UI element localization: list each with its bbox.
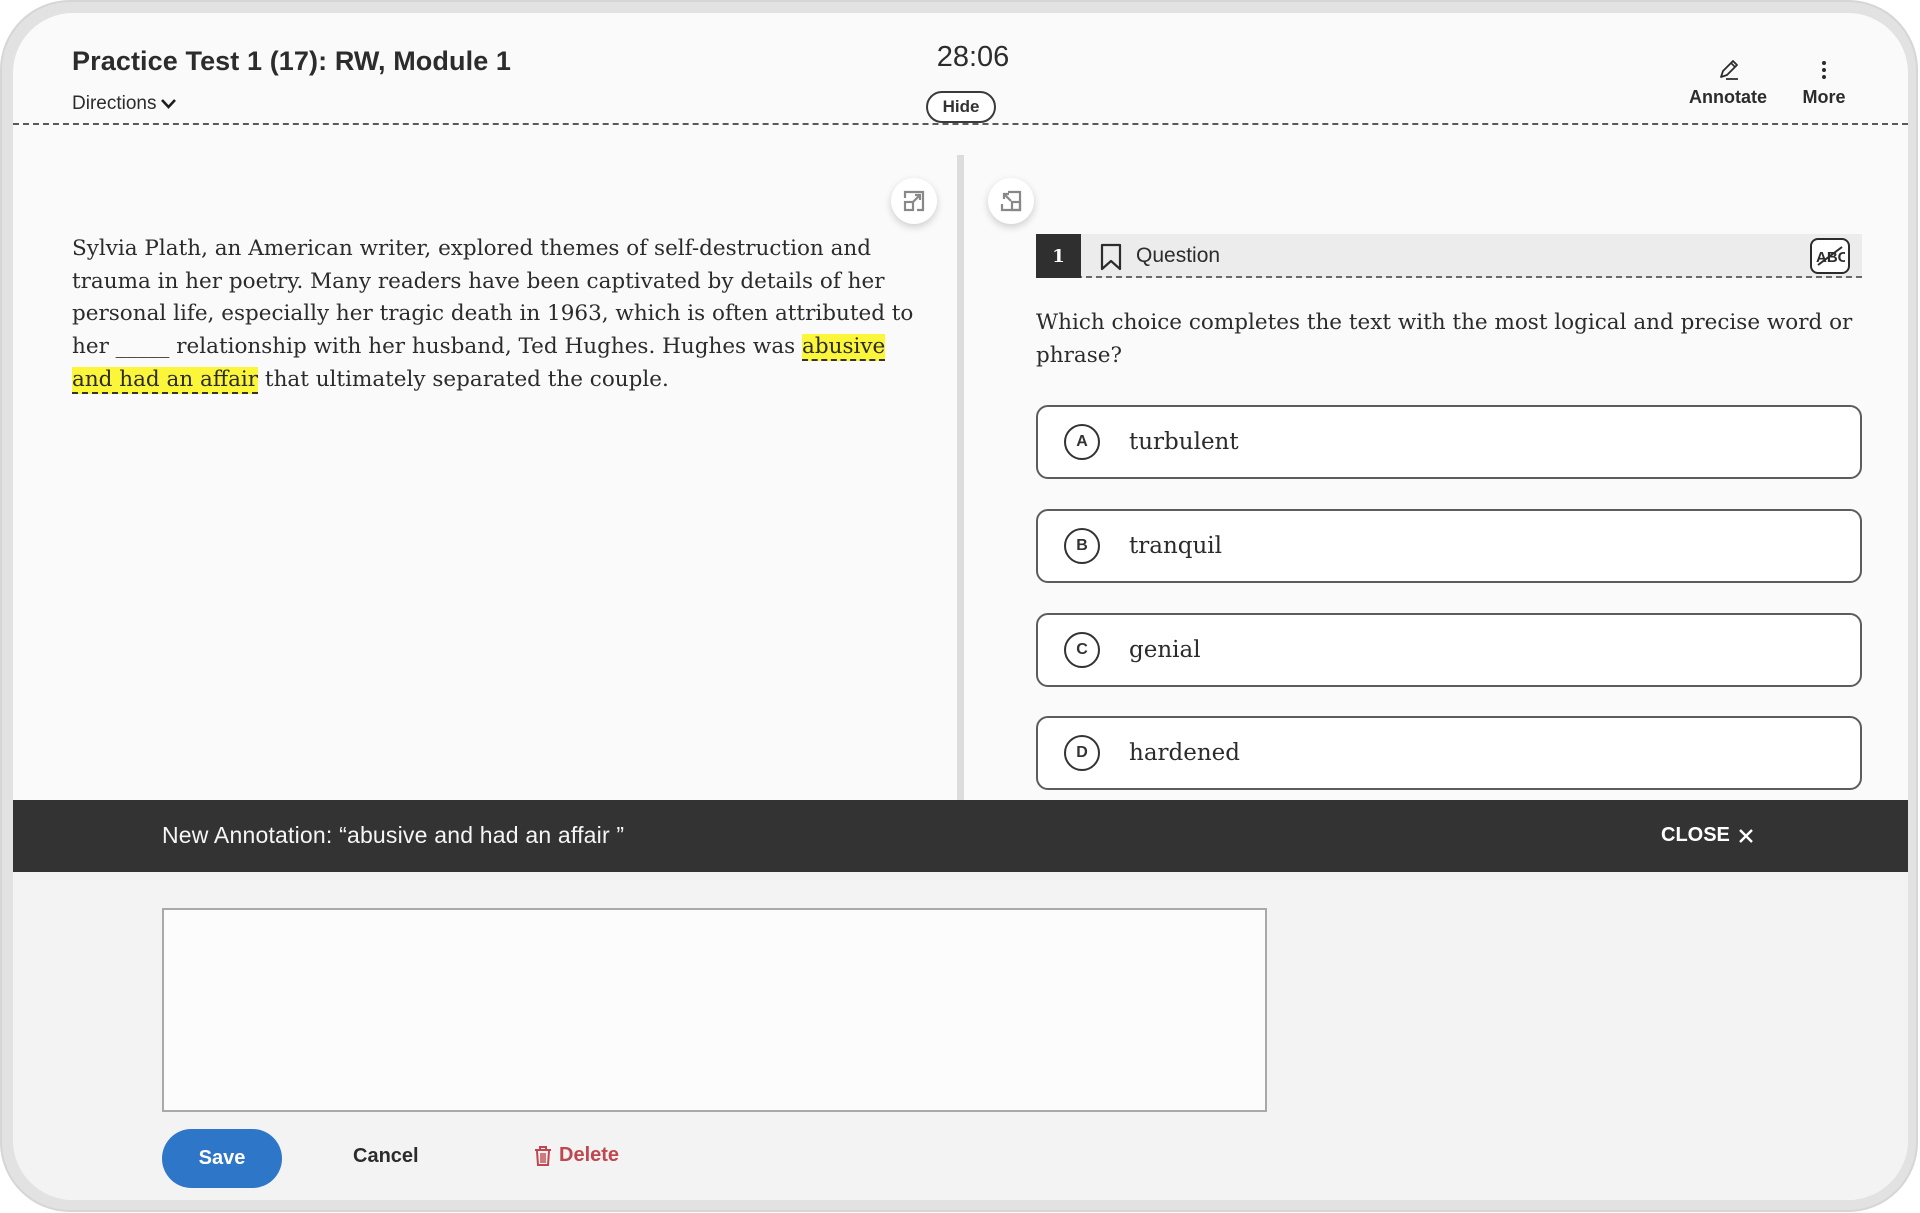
more-button[interactable]: More	[1789, 57, 1859, 108]
delete-label: Delete	[559, 1144, 620, 1166]
option-text: hardened	[1129, 740, 1241, 766]
annotate-button[interactable]: Annotate	[1683, 57, 1773, 108]
option-text: tranquil	[1129, 533, 1223, 559]
close-label: CLOSE	[1661, 824, 1730, 846]
directions-label: Directions	[72, 93, 157, 114]
page-title: Practice Test 1 (17): RW, Module 1	[72, 46, 512, 76]
more-label: More	[1802, 87, 1846, 107]
option-b[interactable]: B tranquil	[1036, 509, 1862, 583]
pencil-icon	[1720, 60, 1738, 80]
header: Practice Test 1 (17): RW, Module 1 Direc…	[13, 13, 1908, 125]
option-letter: B	[1064, 528, 1100, 564]
option-text: turbulent	[1129, 429, 1239, 455]
pane-divider[interactable]	[957, 155, 964, 800]
directions-toggle[interactable]: Directions	[72, 93, 177, 115]
annotation-editor: Save Cancel Delete	[13, 872, 1908, 1200]
passage-text-start: Sylvia Plath, an American writer, explor…	[72, 236, 914, 360]
chevron-down-icon	[161, 99, 177, 109]
expand-question-button[interactable]	[988, 178, 1034, 224]
passage-text-end: that ultimately separated the couple.	[258, 366, 669, 392]
annotation-title: New Annotation: “abusive and had an affa…	[162, 822, 625, 848]
passage-text: Sylvia Plath, an American writer, explor…	[72, 233, 922, 397]
expand-passage-button[interactable]	[891, 178, 937, 224]
device-frame: Practice Test 1 (17): RW, Module 1 Direc…	[0, 0, 1918, 1212]
option-letter: C	[1064, 632, 1100, 668]
screen: Practice Test 1 (17): RW, Module 1 Direc…	[13, 13, 1908, 1200]
option-c[interactable]: C genial	[1036, 613, 1862, 687]
annotate-label: Annotate	[1689, 87, 1767, 107]
bookmark-icon[interactable]	[1099, 243, 1123, 271]
timer: 28:06	[936, 41, 1010, 73]
question-prompt: Which choice completes the text with the…	[1036, 310, 1853, 368]
hide-timer-button[interactable]: Hide	[926, 91, 996, 123]
option-letter: A	[1064, 424, 1100, 460]
annotation-bar: New Annotation: “abusive and had an affa…	[13, 800, 1908, 872]
vertical-dots-icon	[1822, 61, 1826, 79]
save-button[interactable]: Save	[162, 1129, 282, 1188]
expand-icon	[1000, 190, 1022, 212]
delete-button[interactable]: Delete	[533, 1144, 619, 1167]
close-icon	[1739, 828, 1753, 843]
option-d[interactable]: D hardened	[1036, 716, 1862, 790]
close-annotation-button[interactable]: CLOSE	[1661, 824, 1754, 847]
cancel-button[interactable]: Cancel	[353, 1145, 419, 1168]
question-pane: 1 Question ABC Which choice completes th…	[964, 127, 1908, 800]
answer-eliminator-button[interactable]: ABC	[1810, 238, 1850, 274]
option-a[interactable]: A turbulent	[1036, 405, 1862, 479]
question-number: 1	[1036, 234, 1081, 278]
question-header: 1 Question ABC	[1036, 234, 1862, 278]
option-text: genial	[1129, 637, 1201, 663]
trash-icon	[535, 1145, 551, 1166]
option-letter: D	[1064, 735, 1100, 771]
passage-pane: Sylvia Plath, an American writer, explor…	[13, 127, 957, 800]
abc-strikethrough-icon: ABC	[1816, 246, 1845, 266]
expand-icon	[903, 190, 925, 212]
question-label: Question	[1136, 244, 1221, 267]
annotation-input[interactable]	[162, 908, 1267, 1112]
